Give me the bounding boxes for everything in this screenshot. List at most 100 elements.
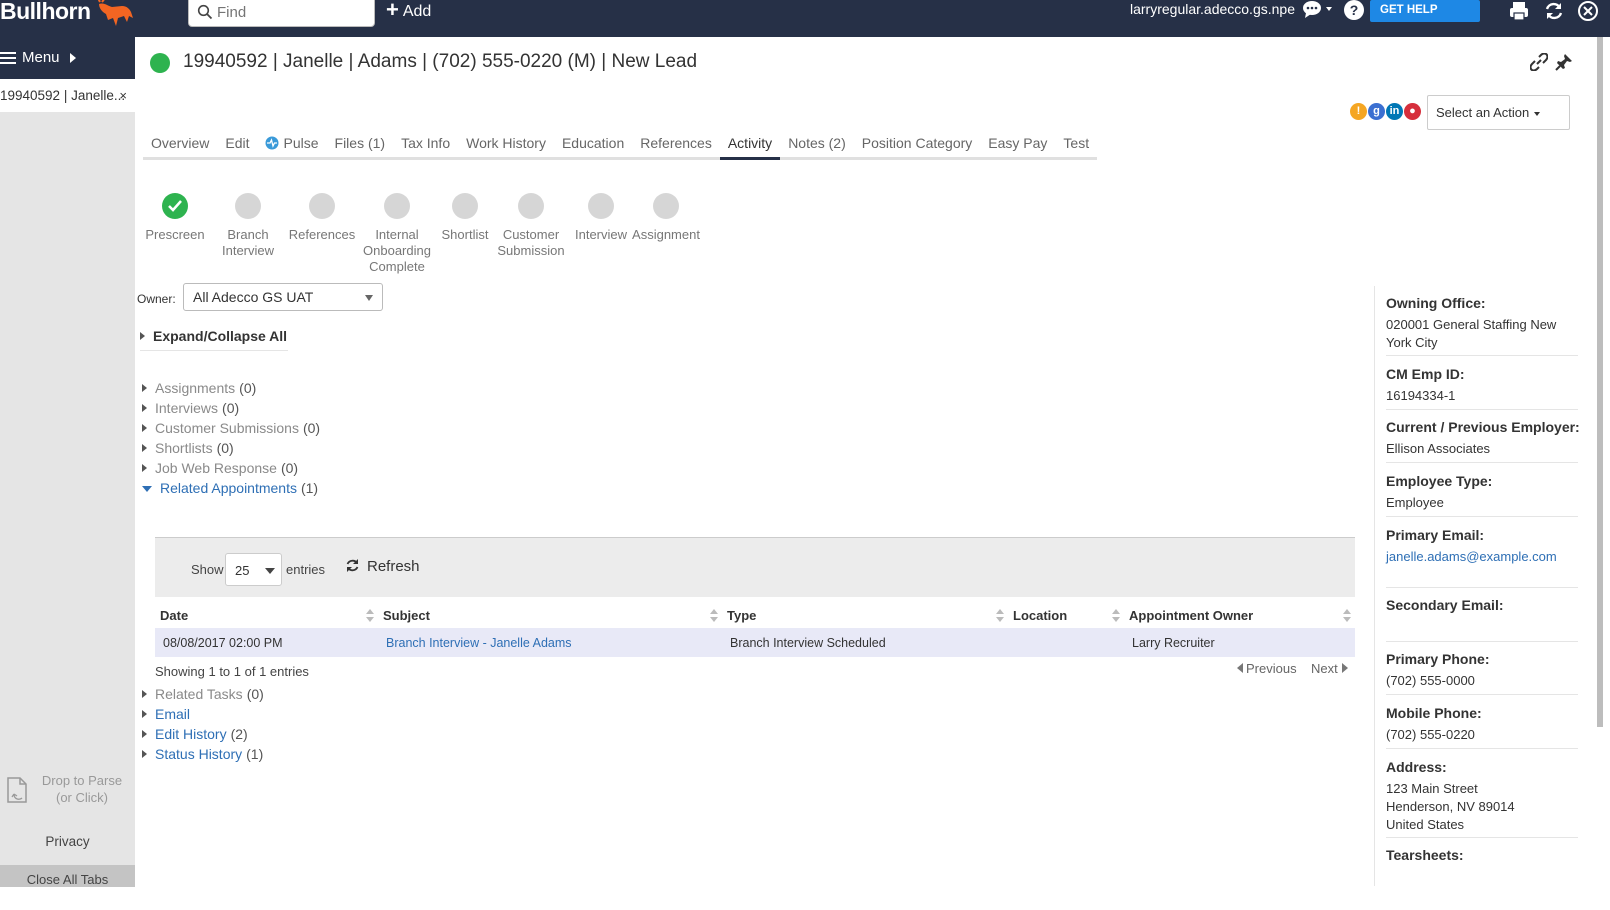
section-label: Job Web Response bbox=[155, 460, 277, 476]
section-related-tasks[interactable]: Related Tasks (0) bbox=[142, 685, 264, 703]
tab-overview[interactable]: Overview bbox=[143, 130, 218, 160]
owner-select[interactable]: All Adecco GS UAT bbox=[183, 283, 383, 311]
pipeline-step-label: Branch Interview bbox=[221, 227, 275, 258]
chevron-left-icon bbox=[1237, 663, 1243, 673]
refresh-icon[interactable] bbox=[1543, 0, 1565, 22]
get-help-button[interactable]: ? GET HELP bbox=[1344, 0, 1480, 22]
close-all-tabs-button[interactable]: Close All Tabs bbox=[0, 865, 135, 887]
tab-position-category[interactable]: Position Category bbox=[853, 130, 981, 160]
table-row[interactable]: 08/08/2017 02:00 PM Branch Interview - Ja… bbox=[155, 628, 1355, 657]
section-related-appointments[interactable]: Related Appointments (1) bbox=[142, 479, 318, 497]
employer-field: Current / Previous Employer: Ellison Ass… bbox=[1386, 418, 1580, 463]
section-count: (1) bbox=[246, 746, 264, 762]
tab-pulse[interactable]: Pulse bbox=[257, 130, 327, 160]
linkedin-icon[interactable]: in bbox=[1386, 103, 1403, 120]
cell-owner: Larry Recruiter bbox=[1124, 628, 1355, 657]
section-label: Edit History bbox=[155, 726, 227, 742]
left-nav: Menu 19940592 | Janelle... × Drop to Par… bbox=[0, 37, 135, 887]
cell-subject[interactable]: Branch Interview - Janelle Adams bbox=[378, 628, 722, 657]
tab-label: Overview bbox=[151, 135, 210, 151]
search-input[interactable] bbox=[215, 2, 365, 22]
employee-type-field: Employee Type: Employee bbox=[1386, 472, 1578, 517]
section-label: Email bbox=[155, 706, 191, 722]
pin-icon[interactable] bbox=[1555, 53, 1573, 71]
add-button[interactable]: + Add bbox=[386, 0, 431, 22]
refresh-button[interactable]: Refresh bbox=[345, 558, 420, 575]
section-customer-submissions[interactable]: Customer Submissions (0) bbox=[142, 419, 320, 437]
select-action-dropdown[interactable]: Select an Action bbox=[1427, 95, 1570, 130]
tab-test[interactable]: Test bbox=[1055, 130, 1098, 160]
print-icon[interactable] bbox=[1508, 0, 1530, 22]
next-button[interactable]: Next bbox=[1311, 661, 1348, 676]
owning-office-value: 020001 General Staffing New York City bbox=[1386, 317, 1557, 350]
tab-files-1[interactable]: Files (1) bbox=[326, 130, 394, 160]
page-size-value: 25 bbox=[235, 563, 250, 578]
drop-to-parse[interactable]: Drop to Parse (or Click) bbox=[4, 772, 134, 812]
chat-dropdown-icon[interactable] bbox=[1302, 0, 1334, 20]
document-icon bbox=[7, 777, 27, 803]
tearsheets-label: Tearsheets: bbox=[1386, 847, 1464, 863]
table-body: 08/08/2017 02:00 PM Branch Interview - Ja… bbox=[155, 628, 1355, 657]
google-icon[interactable]: g bbox=[1368, 103, 1385, 120]
menu-button[interactable]: Menu bbox=[0, 37, 135, 79]
top-bar: Bullhorn +Add larryregular.adecco.gs.npe… bbox=[0, 0, 1610, 37]
employer-label: Current / Previous Employer: bbox=[1386, 419, 1580, 435]
pipeline-step[interactable]: Assignment bbox=[621, 193, 711, 243]
expand-collapse-all[interactable]: Expand/Collapse All bbox=[140, 328, 288, 351]
open-record-tab[interactable]: 19940592 | Janelle... × bbox=[0, 79, 135, 112]
section-assignments[interactable]: Assignments (0) bbox=[142, 379, 256, 397]
column-header-date[interactable]: Date bbox=[155, 603, 378, 628]
logo-text: Bullhorn bbox=[0, 0, 91, 24]
chevron-right-icon bbox=[69, 53, 76, 64]
cell-type: Branch Interview Scheduled bbox=[722, 628, 1008, 657]
search-box[interactable] bbox=[188, 0, 375, 27]
drop-to-parse-label: Drop to Parse bbox=[41, 773, 123, 788]
cell-location bbox=[1008, 628, 1124, 657]
section-edit-history[interactable]: Edit History (2) bbox=[142, 725, 248, 743]
tab-education[interactable]: Education bbox=[553, 130, 633, 160]
close-circle-icon[interactable] bbox=[1577, 0, 1599, 22]
tab-easy-pay[interactable]: Easy Pay bbox=[980, 130, 1056, 160]
section-label: Related Appointments bbox=[160, 480, 297, 496]
column-header-subject[interactable]: Subject bbox=[378, 603, 722, 628]
primary-email-label: Primary Email: bbox=[1386, 527, 1485, 543]
triangle-right-icon bbox=[142, 690, 147, 698]
tab-label: Notes (2) bbox=[788, 135, 846, 151]
section-shortlists[interactable]: Shortlists (0) bbox=[142, 439, 234, 457]
tab-activity[interactable]: Activity bbox=[719, 130, 781, 160]
tab-edit[interactable]: Edit bbox=[217, 130, 258, 160]
section-label: Shortlists bbox=[155, 440, 213, 456]
privacy-link[interactable]: Privacy bbox=[0, 834, 135, 849]
section-job-web-response[interactable]: Job Web Response (0) bbox=[142, 459, 298, 477]
tab-label: References bbox=[640, 135, 712, 151]
owner-label: Owner: bbox=[137, 292, 176, 306]
tab-notes-2[interactable]: Notes (2) bbox=[780, 130, 854, 160]
tab-tax-info[interactable]: Tax Info bbox=[393, 130, 459, 160]
primary-phone-label: Primary Phone: bbox=[1386, 651, 1490, 667]
primary-phone-value: (702) 555-0000 bbox=[1386, 673, 1475, 688]
column-header-appointment-owner[interactable]: Appointment Owner bbox=[1124, 603, 1355, 628]
tab-work-history[interactable]: Work History bbox=[458, 130, 554, 160]
lightbulb-icon[interactable]: ! bbox=[1350, 103, 1367, 120]
section-label: Customer Submissions bbox=[155, 420, 299, 436]
column-header-type[interactable]: Type bbox=[722, 603, 1008, 628]
page-size-select[interactable]: 25 bbox=[225, 553, 282, 586]
column-header-location[interactable]: Location bbox=[1008, 603, 1124, 628]
section-count: (0) bbox=[222, 400, 240, 416]
previous-button[interactable]: Previous bbox=[1237, 661, 1297, 676]
link-icon[interactable] bbox=[1530, 53, 1548, 71]
close-tab-icon[interactable]: × bbox=[119, 79, 127, 112]
section-email[interactable]: Email bbox=[142, 705, 194, 723]
primary-email-link[interactable]: janelle.adams@example.com bbox=[1386, 548, 1578, 566]
user-name[interactable]: larryregular.adecco.gs.npe bbox=[1130, 0, 1295, 18]
map-pin-icon[interactable]: ● bbox=[1404, 103, 1421, 120]
tab-references[interactable]: References bbox=[632, 130, 720, 160]
bullhorn-logo[interactable]: Bullhorn bbox=[0, 0, 91, 26]
pipeline-step-label: Assignment bbox=[632, 227, 700, 242]
triangle-right-icon bbox=[142, 730, 147, 738]
scrollbar[interactable] bbox=[1597, 37, 1603, 727]
tab-label: Pulse bbox=[283, 135, 319, 151]
triangle-right-icon bbox=[142, 384, 147, 392]
section-interviews[interactable]: Interviews (0) bbox=[142, 399, 239, 417]
section-status-history[interactable]: Status History (1) bbox=[142, 745, 263, 763]
